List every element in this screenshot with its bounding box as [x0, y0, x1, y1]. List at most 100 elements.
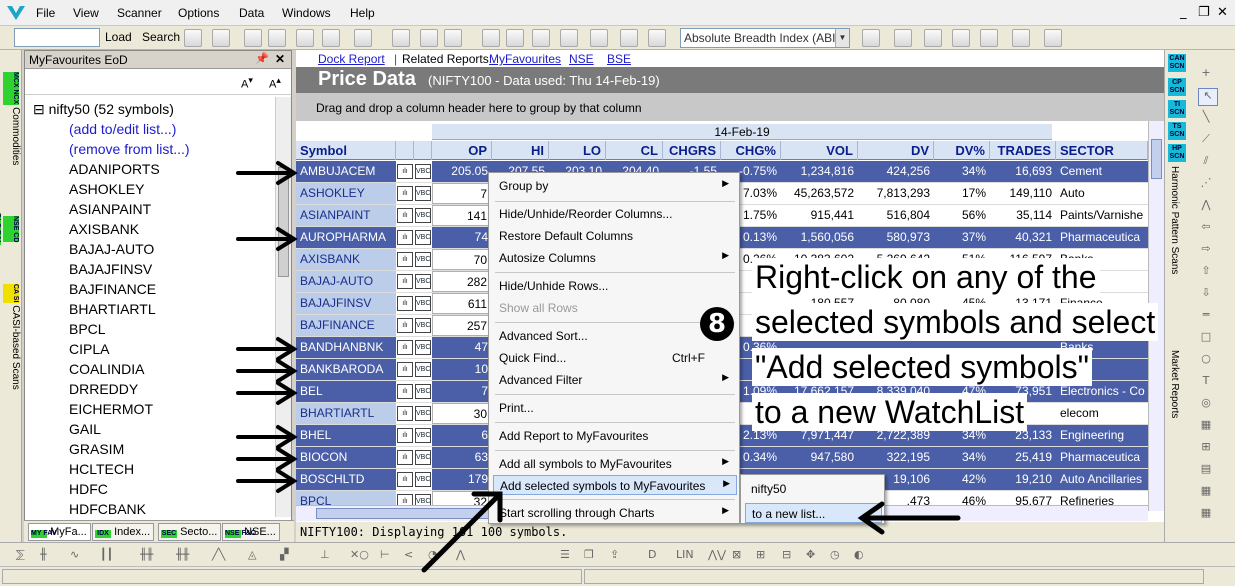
star-icon[interactable]	[980, 29, 998, 47]
vbc-icon[interactable]: VBC	[415, 362, 431, 377]
tab-index[interactable]: IDX Index...	[92, 523, 155, 541]
remove-from-list-link[interactable]: (remove from list...)	[69, 141, 190, 157]
copy-icon[interactable]	[268, 29, 286, 47]
vbc-icon[interactable]: VBC	[415, 208, 431, 223]
font-smaller-button[interactable]: A▾	[241, 75, 253, 91]
vbc-icon[interactable]: VBC	[415, 384, 431, 399]
menu-item-restore-columns[interactable]: Restore Default Columns	[499, 226, 735, 246]
dock-report-link[interactable]: Dock Report	[318, 52, 385, 66]
symbol-cell[interactable]: ASHOKLEY	[296, 183, 396, 204]
nse-link[interactable]: NSE	[569, 52, 594, 66]
rectangle-icon[interactable]: □	[1196, 330, 1216, 348]
indicator-icon[interactable]	[506, 29, 524, 47]
col-trades[interactable]: TRADES	[990, 141, 1056, 160]
menu-options[interactable]: Options	[178, 6, 219, 20]
symbol-cell[interactable]: ASIANPAINT	[296, 205, 396, 226]
technical-indicator-scan-tab[interactable]: TI SCN	[1168, 100, 1186, 118]
menu-item-advanced-filter[interactable]: Advanced Filter ▶	[499, 370, 735, 390]
col-sector[interactable]: SECTOR	[1056, 141, 1148, 160]
kagi-icon[interactable]: ⊥	[320, 548, 330, 561]
menu-item-add-all-symbols[interactable]: Add all symbols to MyFavourites ▶	[499, 454, 735, 474]
col-chg-pct[interactable]: CHG%	[721, 141, 781, 160]
cam-icon[interactable]	[924, 29, 942, 47]
on-toggle-icon[interactable]: ◎	[1196, 396, 1216, 414]
zoom-in-icon[interactable]: ⊞	[756, 548, 765, 561]
ma-icon[interactable]	[620, 29, 638, 47]
list-view-icon[interactable]: ☰	[560, 548, 570, 561]
arrow-up-icon[interactable]: ⇧	[1196, 264, 1216, 282]
menu-scanner[interactable]: Scanner	[117, 6, 162, 20]
vbc-icon[interactable]: VBC	[415, 450, 431, 465]
chart-icon[interactable]: ılı	[397, 384, 413, 399]
col-vol[interactable]: VOL	[781, 141, 858, 160]
text-tool-icon[interactable]: T	[1196, 374, 1216, 392]
symbol-cell[interactable]: BEL	[296, 381, 396, 402]
trendline-icon[interactable]: ⟋	[1196, 132, 1216, 150]
list-item[interactable]: DRREDDY	[69, 381, 138, 397]
pointer-icon[interactable]: ↖	[1198, 88, 1218, 106]
symbol-cell[interactable]: BAJAJFINSV	[296, 293, 396, 314]
col-lo[interactable]: LO	[549, 141, 606, 160]
menu-data[interactable]: Data	[239, 6, 264, 20]
menu-item-hide-unhide-rows[interactable]: Hide/Unhide Rows...	[499, 276, 735, 296]
chart-icon[interactable]: ılı	[397, 296, 413, 311]
col-hi[interactable]: HI	[492, 141, 549, 160]
candlestick-scan-tab[interactable]: CAN SCN	[1168, 54, 1186, 72]
symbol-cell[interactable]: BAJFINANCE	[296, 315, 396, 336]
menu-help[interactable]: Help	[350, 6, 375, 20]
menu-item-group-by[interactable]: Group by ▶	[499, 176, 735, 196]
menu-item-print[interactable]: Print...	[499, 398, 735, 418]
bse-link[interactable]: BSE	[607, 52, 631, 66]
chart-icon[interactable]: ılı	[397, 230, 413, 245]
commodities-tab[interactable]: MCX NCX Commodities	[1, 54, 21, 184]
channel-icon[interactable]: ⫽	[1196, 154, 1216, 172]
vbc-icon[interactable]: VBC	[415, 406, 431, 421]
ohlc-icon[interactable]: ╫╫	[140, 548, 153, 561]
hl-icon[interactable]: ╫╫	[176, 548, 189, 561]
cursor-tool-icon[interactable]	[184, 29, 202, 47]
symbol-cell[interactable]: BIOCON	[296, 447, 396, 468]
col-dv-pct[interactable]: DV%	[934, 141, 990, 160]
symbol-cell[interactable]: AMBUJACEM	[296, 161, 396, 182]
wedge-icon[interactable]: <	[404, 548, 413, 561]
col-chgrs[interactable]: CHGRS	[663, 141, 721, 160]
chart-icon[interactable]: ılı	[397, 362, 413, 377]
symbol-cell[interactable]: BANKBARODA	[296, 359, 396, 380]
list-item[interactable]: ASHOKLEY	[69, 181, 144, 197]
col-cl[interactable]: CL	[606, 141, 663, 160]
load-button[interactable]: Load	[105, 30, 132, 44]
fan-icon[interactable]: ⋰	[1196, 176, 1216, 194]
menu-item-start-scrolling[interactable]: Start scrolling through Charts ▶	[499, 503, 735, 523]
period-icon[interactable]: ◷	[830, 548, 840, 561]
table-icon[interactable]: ▦	[1196, 506, 1216, 524]
save-icon[interactable]	[212, 29, 230, 47]
list-item[interactable]: GAIL	[69, 421, 101, 437]
vbc-icon[interactable]: VBC	[415, 230, 431, 245]
shape-icon[interactable]	[1044, 29, 1062, 47]
restore-icon[interactable]: ❐	[1198, 5, 1210, 20]
log-scale-icon[interactable]: D	[648, 548, 656, 561]
market-icon[interactable]	[354, 29, 372, 47]
panel-close-icon[interactable]: ✕	[275, 52, 285, 66]
chart-icon[interactable]: ılı	[397, 186, 413, 201]
vbc-icon[interactable]: VBC	[415, 318, 431, 333]
symbol-cell[interactable]: BAJAJ-AUTO	[296, 271, 396, 292]
arrow-down-icon[interactable]: ⇩	[1196, 286, 1216, 304]
list-item[interactable]: BPCL	[69, 321, 106, 337]
trades-icon[interactable]	[952, 29, 970, 47]
vbc-icon[interactable]: VBC	[415, 164, 431, 179]
harmonic-pattern-scan-tab[interactable]: HP SCN	[1168, 144, 1186, 162]
minimize-icon[interactable]: _	[1180, 5, 1187, 20]
nse-cd-tab[interactable]: NSE CD GLO BAL	[0, 204, 21, 254]
trend-icon[interactable]	[1012, 29, 1030, 47]
add-edit-list-link[interactable]: (add to/edit list...)	[69, 121, 176, 137]
calendar-icon[interactable]	[444, 29, 462, 47]
menu-item-add-selected-symbols[interactable]: Add selected symbols to MyFavourites ▶	[493, 475, 737, 495]
harmonic-pattern-scans-label[interactable]: Harmonic Pattern Scans	[1169, 166, 1180, 274]
chart-icon[interactable]: ılı	[397, 450, 413, 465]
close-icon[interactable]: ✕	[1217, 5, 1228, 20]
export-icon[interactable]: ⇪	[610, 548, 619, 561]
pivot-icon[interactable]	[894, 29, 912, 47]
list-item[interactable]: EICHERMOT	[69, 401, 153, 417]
market-reports-tab[interactable]: Market Reports	[1169, 350, 1180, 418]
